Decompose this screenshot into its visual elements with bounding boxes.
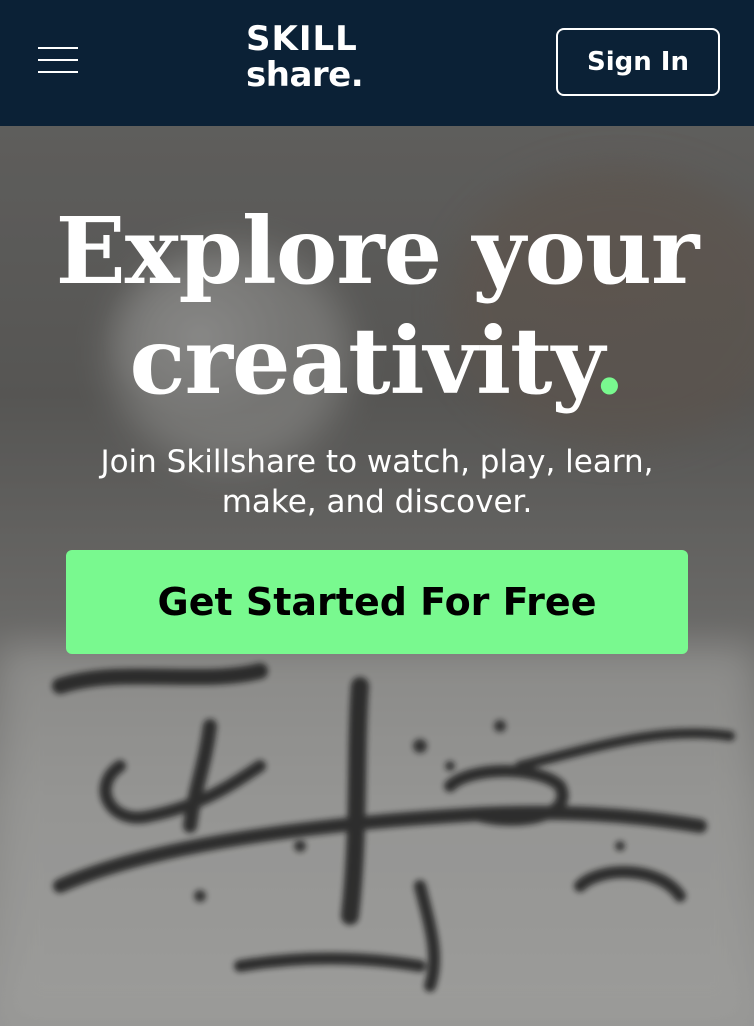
hero-subtitle: Join Skillshare to watch, play, learn, m… [100,444,654,520]
headline-line-2: creativity [129,307,595,415]
skillshare-logo[interactable]: SKILL share. [246,22,396,98]
page: SKILL share. Sign In Explore your creati… [0,0,754,1026]
headline-line-1: Explore your [55,197,700,305]
menu-line [38,71,78,73]
top-nav-bar: SKILL share. Sign In [0,0,754,126]
sign-in-button[interactable]: Sign In [556,28,720,96]
menu-line [38,59,78,61]
logo-line-1: SKILL [246,19,358,59]
hero-section: Explore your creativity. Join Skillshare… [0,126,754,1026]
get-started-button[interactable]: Get Started For Free [66,550,688,654]
headline-accent-dot: . [593,307,625,415]
menu-line [38,47,78,49]
hamburger-menu-icon[interactable] [36,44,80,78]
logo-line-2: share. [246,55,364,95]
hero-headline: Explore your creativity. [0,196,754,416]
